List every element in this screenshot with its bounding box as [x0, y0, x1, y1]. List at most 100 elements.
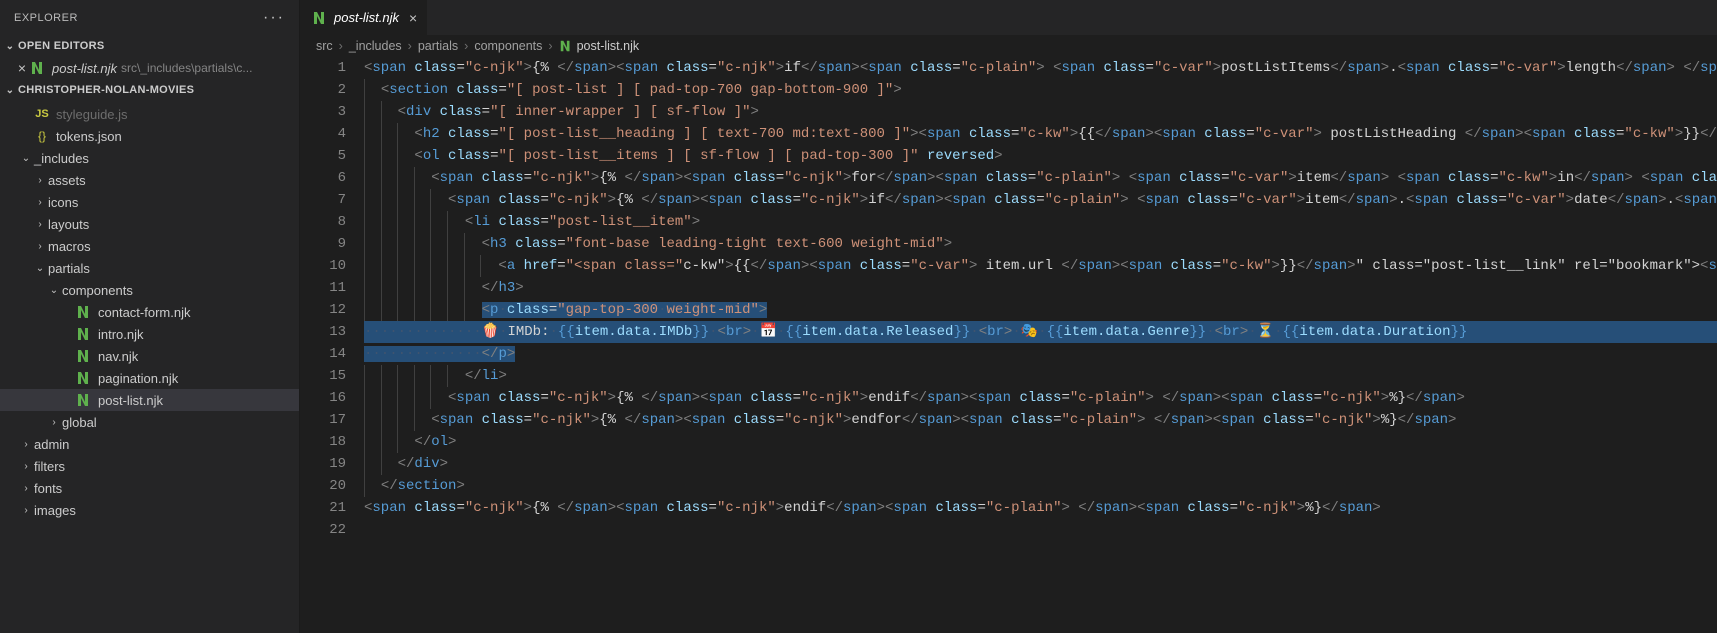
code-editor[interactable]: 12345678910111213141516171819202122 <spa…: [300, 57, 1717, 633]
chevron-right-icon: ›: [18, 483, 34, 494]
more-actions-icon[interactable]: ···: [263, 9, 285, 27]
tree-label: macros: [48, 239, 91, 254]
code-line-4[interactable]: <h2 class="[ post-list__heading ] [ text…: [364, 123, 1717, 145]
code-line-18[interactable]: </ol>: [364, 431, 1717, 453]
code-line-7[interactable]: <span class="c-njk">{% </span><span clas…: [364, 189, 1717, 211]
code-line-9[interactable]: <h3 class="font-base leading-tight text-…: [364, 233, 1717, 255]
code-line-6[interactable]: <span class="c-njk">{% </span><span clas…: [364, 167, 1717, 189]
chevron-right-icon: ›: [462, 39, 470, 53]
tree-label: pagination.njk: [98, 371, 178, 386]
folder-layouts[interactable]: ›layouts: [0, 213, 299, 235]
file-intro.njk[interactable]: intro.njk: [0, 323, 299, 345]
file-contact-form.njk[interactable]: contact-form.njk: [0, 301, 299, 323]
nunjucks-icon: [559, 39, 573, 53]
code-line-22[interactable]: [364, 519, 1717, 541]
folder-admin[interactable]: ›admin: [0, 433, 299, 455]
nunjucks-icon: [312, 10, 328, 26]
explorer-header: EXPLORER ···: [0, 0, 299, 35]
tree-label: post-list.njk: [98, 393, 163, 408]
open-editor-entry[interactable]: × post-list.njk src\_includes\partials\c…: [0, 57, 299, 79]
crumb-file[interactable]: post-list.njk: [559, 39, 640, 53]
folder-fonts[interactable]: ›fonts: [0, 477, 299, 499]
nunjucks-icon: [76, 348, 92, 364]
chevron-right-icon: ›: [32, 219, 48, 230]
code-line-15[interactable]: </li>: [364, 365, 1717, 387]
file-tree: JSstyleguide.js{}tokens.json⌄_includes›a…: [0, 101, 299, 633]
chevron-down-icon: ⌄: [18, 153, 34, 164]
tree-label: components: [62, 283, 133, 298]
tree-label: icons: [48, 195, 78, 210]
folder-_includes[interactable]: ⌄_includes: [0, 147, 299, 169]
code-line-19[interactable]: </div>: [364, 453, 1717, 475]
tree-label: images: [34, 503, 76, 518]
file-nav.njk[interactable]: nav.njk: [0, 345, 299, 367]
folder-macros[interactable]: ›macros: [0, 235, 299, 257]
code-line-21[interactable]: <span class="c-njk">{% </span><span clas…: [364, 497, 1717, 519]
chevron-right-icon: ›: [32, 241, 48, 252]
open-editor-name: post-list.njk: [52, 61, 117, 76]
code-line-5[interactable]: <ol class="[ post-list__items ] [ sf-flo…: [364, 145, 1717, 167]
code-line-16[interactable]: <span class="c-njk">{% </span><span clas…: [364, 387, 1717, 409]
chevron-right-icon: ›: [546, 39, 554, 53]
tree-label: global: [62, 415, 97, 430]
code-line-14[interactable]: ··············</p>: [364, 343, 1717, 365]
open-editors-header[interactable]: ⌄ OPEN EDITORS: [0, 35, 299, 57]
chevron-right-icon: ›: [32, 197, 48, 208]
tree-label: styleguide.js: [56, 107, 128, 122]
tree-label: fonts: [34, 481, 62, 496]
tree-label: filters: [34, 459, 65, 474]
nunjucks-icon: [76, 304, 92, 320]
code-content[interactable]: <span class="c-njk">{% </span><span clas…: [364, 57, 1717, 633]
folder-filters[interactable]: ›filters: [0, 455, 299, 477]
code-line-2[interactable]: <section class="[ post-list ] [ pad-top-…: [364, 79, 1717, 101]
code-line-11[interactable]: </h3>: [364, 277, 1717, 299]
tree-label: _includes: [34, 151, 89, 166]
close-icon[interactable]: ×: [14, 60, 30, 76]
tree-label: admin: [34, 437, 69, 452]
nunjucks-icon: [30, 60, 46, 76]
file-pagination.njk[interactable]: pagination.njk: [0, 367, 299, 389]
folder-global[interactable]: ›global: [0, 411, 299, 433]
crumb[interactable]: partials: [418, 39, 458, 53]
chevron-down-icon: ⌄: [46, 285, 62, 296]
tree-label: contact-form.njk: [98, 305, 190, 320]
code-line-3[interactable]: <div class="[ inner-wrapper ] [ sf-flow …: [364, 101, 1717, 123]
editor-area: post-list.njk × src › _includes › partials…: [300, 0, 1717, 633]
crumb[interactable]: components: [474, 39, 542, 53]
chevron-right-icon: ›: [18, 439, 34, 450]
file-tokens.json[interactable]: {}tokens.json: [0, 125, 299, 147]
folder-assets[interactable]: ›assets: [0, 169, 299, 191]
chevron-right-icon: ›: [18, 505, 34, 516]
close-icon[interactable]: ×: [409, 10, 417, 26]
code-line-12[interactable]: <p·class="gap-top-300·weight-mid">: [364, 299, 1717, 321]
crumb[interactable]: src: [316, 39, 333, 53]
folder-components[interactable]: ⌄components: [0, 279, 299, 301]
project-header[interactable]: ⌄ CHRISTOPHER-NOLAN-MOVIES: [0, 79, 299, 101]
project-name: CHRISTOPHER-NOLAN-MOVIES: [18, 84, 194, 96]
folder-icons[interactable]: ›icons: [0, 191, 299, 213]
nunjucks-icon: [76, 370, 92, 386]
chevron-right-icon: ›: [32, 175, 48, 186]
chevron-down-icon: ⌄: [32, 263, 48, 274]
crumb[interactable]: _includes: [349, 39, 402, 53]
nunjucks-icon: [76, 326, 92, 342]
folder-partials[interactable]: ⌄partials: [0, 257, 299, 279]
breadcrumb[interactable]: src › _includes › partials › components › po…: [300, 35, 1717, 57]
tree-label: tokens.json: [56, 129, 122, 144]
code-line-1[interactable]: <span class="c-njk">{% </span><span clas…: [364, 57, 1717, 79]
tree-label: intro.njk: [98, 327, 144, 342]
code-line-17[interactable]: <span class="c-njk">{% </span><span clas…: [364, 409, 1717, 431]
file-post-list.njk[interactable]: post-list.njk: [0, 389, 299, 411]
code-line-20[interactable]: </section>: [364, 475, 1717, 497]
chevron-right-icon: ›: [406, 39, 414, 53]
tree-label: nav.njk: [98, 349, 138, 364]
code-line-10[interactable]: <a href="<span class="c-kw">{{</span><sp…: [364, 255, 1717, 277]
tab-post-list[interactable]: post-list.njk ×: [300, 0, 428, 35]
tree-label: layouts: [48, 217, 89, 232]
line-gutter: 12345678910111213141516171819202122: [300, 57, 364, 633]
code-line-8[interactable]: <li class="post-list__item">: [364, 211, 1717, 233]
code-line-13[interactable]: ··············🍿·IMDb:·{{item.data.IMDb}}…: [364, 321, 1717, 343]
folder-images[interactable]: ›images: [0, 499, 299, 521]
file-styleguide.js[interactable]: JSstyleguide.js: [0, 103, 299, 125]
chevron-right-icon: ›: [337, 39, 345, 53]
